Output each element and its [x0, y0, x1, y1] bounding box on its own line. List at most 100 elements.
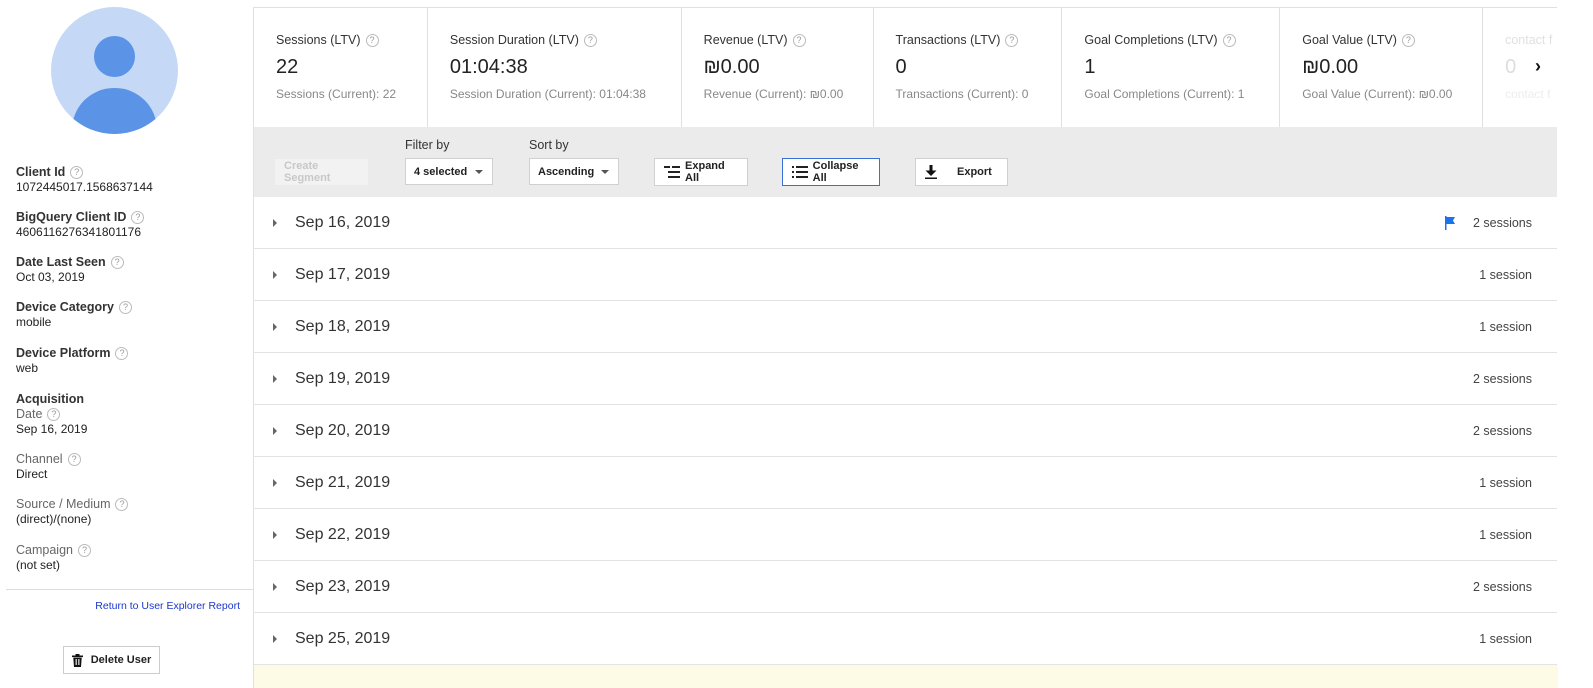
help-icon[interactable]: ? — [70, 166, 84, 179]
field-value: mobile — [16, 315, 52, 329]
row-date: Sep 21, 2019 — [295, 473, 391, 491]
date-row[interactable]: Sep 17, 2019 1 session — [254, 249, 1557, 301]
date-row[interactable]: Sep 25, 2019 1 session — [254, 613, 1557, 665]
expand-all-button[interactable]: Expand All — [654, 158, 748, 186]
row-date: Sep 17, 2019 — [295, 265, 391, 283]
metric-goal-completions: Goal Completions (LTV)? 1 Goal Completio… — [1062, 8, 1281, 127]
channel-value: Direct — [16, 467, 48, 481]
metric-value: ₪0.00 — [703, 56, 760, 78]
expand-arrow-icon[interactable] — [273, 583, 277, 591]
date-row[interactable]: Sep 22, 2019 1 session — [254, 509, 1557, 561]
filter-select[interactable]: 4 selected — [405, 158, 493, 185]
user-sidebar: Client Id? 1072445017.1568637144 BigQuer… — [0, 0, 253, 688]
help-icon[interactable]: ? — [1005, 33, 1019, 47]
row-session-count: 2 sessions — [1472, 371, 1532, 386]
sort-value: Ascending — [538, 165, 595, 178]
sort-select[interactable]: Ascending — [529, 158, 619, 185]
expand-arrow-icon[interactable] — [273, 219, 277, 227]
expand-arrow-icon[interactable] — [273, 271, 277, 279]
row-date: Sep 25, 2019 — [295, 629, 391, 647]
row-session-count: 1 session — [1479, 319, 1532, 334]
partial-next-row — [254, 665, 1558, 688]
help-icon[interactable]: ? — [583, 33, 597, 47]
row-session-count: 2 sessions — [1472, 215, 1532, 230]
delete-user-button[interactable]: Delete User — [63, 646, 160, 674]
help-icon[interactable]: ? — [115, 347, 129, 360]
date-row[interactable]: Sep 20, 2019 2 sessions — [254, 405, 1557, 457]
expand-arrow-icon[interactable] — [273, 531, 277, 539]
field-value: 1072445017.1568637144 — [16, 180, 153, 194]
metric-value: 1 — [1084, 56, 1096, 78]
row-date: Sep 18, 2019 — [295, 317, 391, 335]
create-segment-button[interactable]: Create Segment — [274, 158, 369, 186]
row-session-count: 1 session — [1479, 527, 1532, 542]
help-icon[interactable]: ? — [115, 498, 129, 511]
metric-value: 0 — [895, 56, 907, 78]
field-value: web — [16, 361, 39, 375]
expand-all-icon — [664, 166, 680, 178]
help-icon[interactable]: ? — [1401, 33, 1415, 47]
help-icon[interactable]: ? — [131, 211, 145, 224]
field-client-id: Client Id? 1072445017.1568637144 — [16, 165, 153, 195]
sort-label: Sort by — [529, 138, 569, 152]
export-button[interactable]: Export — [915, 158, 1008, 186]
field-bigquery-client-id: BigQuery Client ID? 4606116276341801176 — [16, 210, 145, 240]
row-session-count: 1 session — [1479, 475, 1532, 490]
metric-label: contact f — [1505, 33, 1553, 47]
acquisition-date-label: Date — [16, 407, 43, 421]
filter-value: 4 selected — [414, 165, 468, 178]
field-label: BigQuery Client ID — [16, 210, 127, 224]
help-icon[interactable]: ? — [365, 33, 379, 47]
help-icon[interactable]: ? — [1222, 33, 1236, 47]
date-row[interactable]: Sep 21, 2019 1 session — [254, 457, 1557, 509]
divider — [6, 589, 253, 590]
collapse-all-button[interactable]: Collapse All — [782, 158, 880, 186]
expand-arrow-icon[interactable] — [273, 375, 277, 383]
metric-goal-value: Goal Value (LTV)? ₪0.00 Goal Value (Curr… — [1280, 8, 1484, 127]
help-icon[interactable]: ? — [47, 408, 61, 421]
metric-value: 22 — [276, 56, 299, 78]
metric-transactions: Transactions (LTV)? 0 Transactions (Curr… — [874, 8, 1063, 127]
metric-sub: Sessions (Current): 22 — [276, 87, 397, 101]
expand-arrow-icon[interactable] — [273, 635, 277, 643]
help-icon[interactable]: ? — [118, 301, 132, 314]
field-device-category: Device Category? mobile — [16, 300, 132, 330]
acquisition-date-value: Sep 16, 2019 — [16, 422, 88, 436]
date-row[interactable]: Sep 19, 2019 2 sessions — [254, 353, 1557, 405]
help-icon[interactable]: ? — [792, 33, 806, 47]
expand-arrow-icon[interactable] — [273, 323, 277, 331]
return-to-report-link[interactable]: Return to User Explorer Report — [95, 600, 240, 612]
field-value: 4606116276341801176 — [16, 225, 142, 239]
campaign-value: (not set) — [16, 558, 61, 572]
row-date: Sep 20, 2019 — [295, 421, 391, 439]
date-row[interactable]: Sep 16, 2019 2 sessions — [254, 197, 1557, 249]
help-icon[interactable]: ? — [67, 453, 81, 466]
chevron-right-icon[interactable]: › — [1535, 56, 1541, 77]
field-date-last-seen: Date Last Seen? Oct 03, 2019 — [16, 255, 124, 285]
delete-user-label: Delete User — [90, 654, 152, 666]
row-session-count: 1 session — [1479, 267, 1532, 282]
date-row[interactable]: Sep 23, 2019 2 sessions — [254, 561, 1557, 613]
acquisition-section: Acquisition Date? Sep 16, 2019 — [16, 392, 87, 437]
metric-contact-partial: contact f 0 contact f — [1483, 8, 1557, 127]
channel-label: Channel — [16, 452, 63, 466]
acquisition-heading: Acquisition — [16, 392, 85, 406]
help-icon[interactable]: ? — [110, 256, 124, 269]
acquisition-channel: Channel? Direct — [16, 452, 81, 482]
expand-arrow-icon[interactable] — [273, 479, 277, 487]
date-row[interactable]: Sep 18, 2019 1 session — [254, 301, 1557, 353]
avatar-head — [94, 36, 135, 77]
metric-label: Session Duration (LTV) — [449, 33, 579, 47]
list-icon — [792, 166, 808, 178]
download-icon — [925, 165, 937, 179]
field-label: Device Platform — [16, 346, 111, 360]
help-icon[interactable]: ? — [77, 544, 91, 557]
user-explorer-page: Client Id? 1072445017.1568637144 BigQuer… — [0, 0, 1593, 688]
avatar — [51, 7, 178, 134]
metric-sub: contact f — [1505, 87, 1551, 101]
row-date: Sep 16, 2019 — [295, 213, 391, 231]
expand-arrow-icon[interactable] — [273, 427, 277, 435]
metric-session-duration: Session Duration (LTV)? 01:04:38 Session… — [428, 8, 682, 127]
collapse-all-label: Collapse All — [812, 160, 859, 184]
field-value: Oct 03, 2019 — [16, 270, 85, 284]
